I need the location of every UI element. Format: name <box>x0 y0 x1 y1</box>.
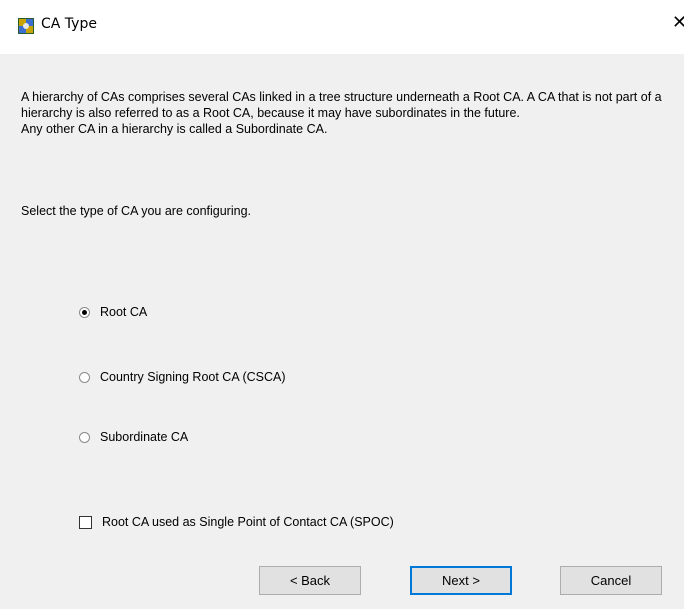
ca-type-dialog: CA Type ✕ A hierarchy of CAs comprises s… <box>0 0 684 609</box>
option-label: Subordinate CA <box>100 430 189 444</box>
window-title: CA Type <box>41 16 97 32</box>
option-root-ca[interactable]: Root CA <box>79 305 147 319</box>
back-button[interactable]: < Back <box>259 566 361 595</box>
dialog-content: A hierarchy of CAs comprises several CAs… <box>0 54 684 609</box>
description-text: A hierarchy of CAs comprises several CAs… <box>21 89 666 137</box>
option-csca[interactable]: Country Signing Root CA (CSCA) <box>79 370 286 384</box>
radio-button[interactable] <box>79 431 90 443</box>
description-line: Any other CA in a hierarchy is called a … <box>21 122 328 136</box>
certificate-app-icon <box>18 18 34 34</box>
radio-button[interactable] <box>79 371 90 383</box>
next-button[interactable]: Next > <box>410 566 512 595</box>
close-icon[interactable]: ✕ <box>672 14 684 32</box>
option-label: Root CA <box>100 305 148 319</box>
option-label: Country Signing Root CA (CSCA) <box>100 370 286 384</box>
title-bar: CA Type ✕ <box>0 0 684 54</box>
spoc-checkbox[interactable] <box>79 515 92 529</box>
spoc-checkbox-label: Root CA used as Single Point of Contact … <box>102 515 394 529</box>
radio-button-checked[interactable] <box>79 306 90 318</box>
select-prompt: Select the type of CA you are configurin… <box>21 204 251 218</box>
cancel-button[interactable]: Cancel <box>560 566 662 595</box>
option-subordinate-ca[interactable]: Subordinate CA <box>79 430 188 444</box>
spoc-checkbox-row[interactable]: Root CA used as Single Point of Contact … <box>79 515 394 529</box>
description-line: A hierarchy of CAs comprises several CAs… <box>21 90 662 120</box>
